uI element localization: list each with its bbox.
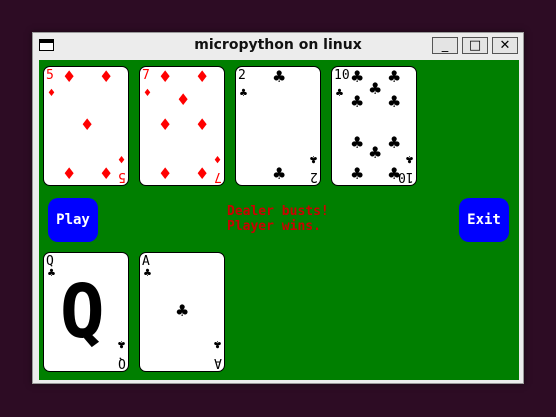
maximize-button[interactable]: □ (462, 37, 488, 54)
play-button[interactable]: Play (48, 198, 98, 242)
club-icon: ♣ (368, 143, 383, 162)
minimize-button[interactable]: _ (432, 37, 458, 54)
club-icon: ♣ (350, 133, 365, 152)
club-icon: ♣ (117, 338, 126, 349)
diamond-icon: ♦ (80, 115, 95, 134)
status-message: Dealer busts! Player wins. (227, 204, 329, 234)
card-rank: A (142, 254, 150, 269)
diamond-icon: ♦ (213, 153, 222, 164)
club-icon: ♣ (272, 164, 287, 183)
diamond-icon: ♦ (176, 90, 191, 109)
club-icon: ♣ (387, 67, 402, 86)
club-icon: ♣ (213, 338, 222, 349)
card-rank: 7 (142, 68, 150, 83)
card-rank: 2 (238, 68, 246, 83)
card-rank: 5 (46, 68, 54, 83)
player-card-1: Q ♣ Q ♣ Q (43, 252, 129, 372)
club-icon: ♣ (350, 164, 365, 183)
status-line-1: Dealer busts! (227, 204, 329, 219)
diamond-icon: ♦ (47, 88, 56, 99)
club-icon: ♣ (143, 268, 152, 279)
club-icon: ♣ (272, 67, 287, 86)
diamond-icon: ♦ (158, 115, 173, 134)
app-window: micropython on linux _ □ ✕ 5 ♦ ♦ ♦ ♦ ♦ ♦… (32, 32, 524, 384)
club-icon: ♣ (175, 301, 190, 320)
club-icon: ♣ (47, 268, 56, 279)
club-icon: ♣ (405, 153, 414, 164)
club-icon: ♣ (368, 79, 383, 98)
card-rank: Q (118, 355, 126, 370)
card-rank: 5 (118, 169, 126, 184)
queen-face-image: Q (60, 269, 105, 355)
diamond-icon: ♦ (117, 153, 126, 164)
diamond-icon: ♦ (195, 67, 210, 86)
club-icon: ♣ (387, 133, 402, 152)
card-rank: 10 (334, 68, 350, 83)
diamond-icon: ♦ (158, 67, 173, 86)
club-icon: ♣ (239, 88, 248, 99)
card-rank: 7 (214, 169, 222, 184)
diamond-icon: ♦ (143, 88, 152, 99)
diamond-icon: ♦ (99, 164, 114, 183)
card-rank: Q (46, 254, 54, 269)
club-icon: ♣ (309, 153, 318, 164)
card-rank: 2 (310, 169, 318, 184)
diamond-icon: ♦ (99, 67, 114, 86)
club-icon: ♣ (335, 88, 344, 99)
dealer-card-3: 2 ♣ ♣ ♣ ♣ 2 (235, 66, 321, 186)
game-table: 5 ♦ ♦ ♦ ♦ ♦ ♦ ♦ 5 7 ♦ ♦ ♦ ♦ ♦ ♦ ♦ ♦ ♦ 7 … (39, 60, 519, 380)
club-icon: ♣ (387, 92, 402, 111)
diamond-icon: ♦ (62, 67, 77, 86)
card-rank: A (214, 355, 222, 370)
dealer-card-2: 7 ♦ ♦ ♦ ♦ ♦ ♦ ♦ ♦ ♦ 7 (139, 66, 225, 186)
diamond-icon: ♦ (62, 164, 77, 183)
card-rank: 10 (398, 169, 414, 184)
diamond-icon: ♦ (195, 115, 210, 134)
diamond-icon: ♦ (158, 164, 173, 183)
status-line-2: Player wins. (227, 219, 321, 234)
dealer-card-4: 10 ♣ ♣ ♣ ♣ ♣ ♣ ♣ ♣ ♣ ♣ ♣ ♣ 10 (331, 66, 417, 186)
player-card-2: A ♣ ♣ ♣ A (139, 252, 225, 372)
close-button[interactable]: ✕ (492, 37, 518, 54)
dealer-card-1: 5 ♦ ♦ ♦ ♦ ♦ ♦ ♦ 5 (43, 66, 129, 186)
diamond-icon: ♦ (195, 164, 210, 183)
club-icon: ♣ (350, 67, 365, 86)
title-bar[interactable]: micropython on linux _ □ ✕ (33, 33, 523, 59)
club-icon: ♣ (350, 92, 365, 111)
exit-button[interactable]: Exit (459, 198, 509, 242)
